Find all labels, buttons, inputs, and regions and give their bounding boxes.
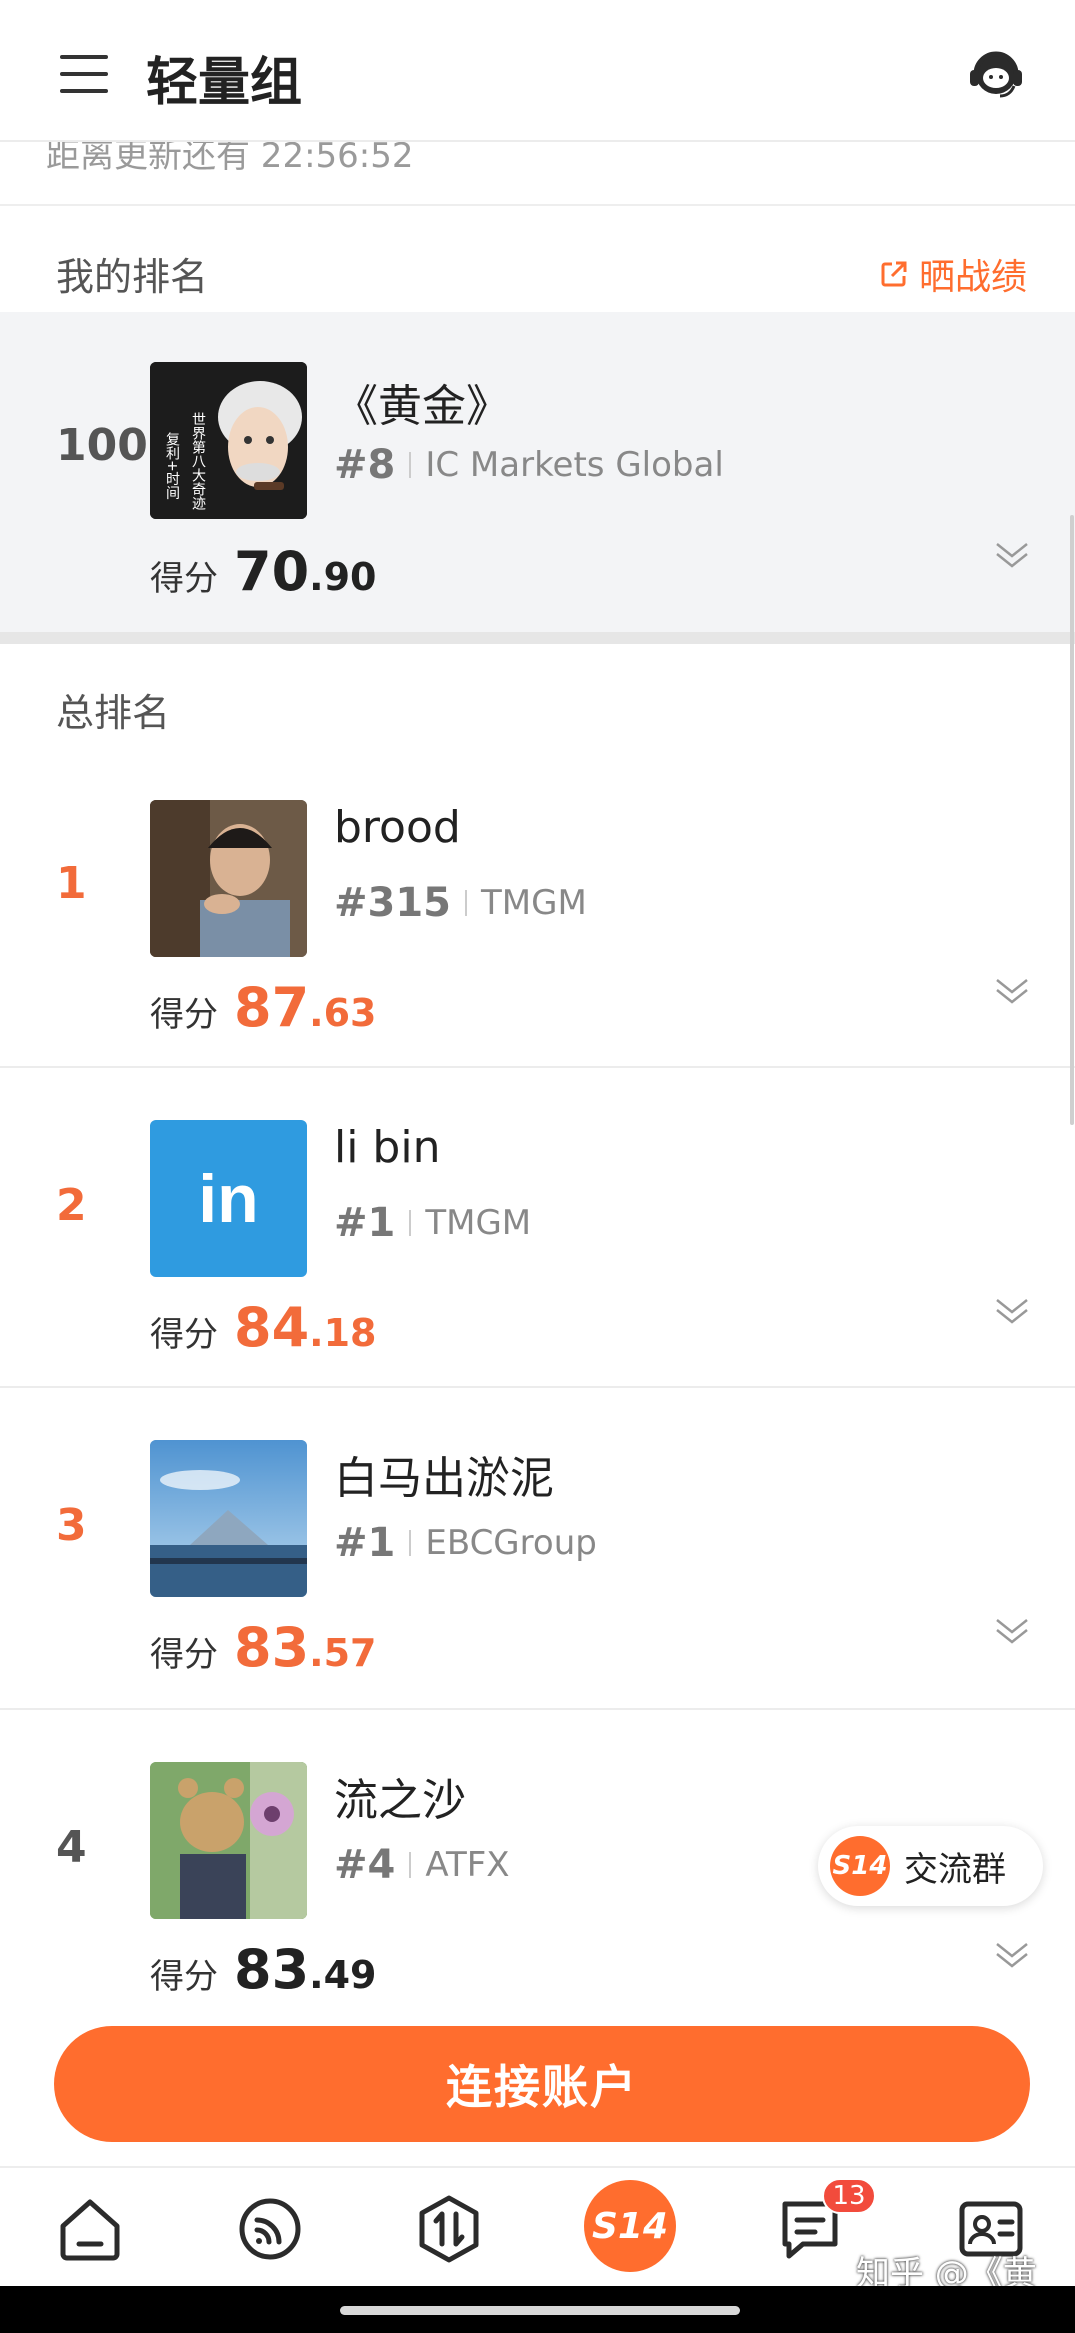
account-hash: #1: [334, 1520, 396, 1566]
app-header: 轻量组: [0, 0, 1075, 142]
avatar[interactable]: in: [150, 1120, 307, 1277]
score-integer: 84: [234, 1296, 310, 1359]
feed-broadcast-icon[interactable]: [235, 2194, 305, 2264]
chat-group-button[interactable]: S14 交流群: [818, 1826, 1043, 1906]
overall-rank-label: 总排名: [56, 691, 171, 735]
broker-name: EBCGroup: [425, 1523, 597, 1563]
user-name: 白马出淤泥: [334, 1453, 554, 1504]
trade-arrows-icon[interactable]: [414, 2194, 484, 2264]
score-row: 得分 83 .49: [150, 1938, 376, 2001]
rank-number: 4: [56, 1822, 87, 1873]
account-hash: #8: [334, 442, 396, 488]
score-row: 得分 83 .57: [150, 1616, 376, 1679]
countdown-text: 距离更新还有 22:56:52: [46, 142, 414, 176]
account-hash: #4: [334, 1842, 396, 1888]
customer-service-headset-icon[interactable]: [966, 44, 1026, 104]
share-label: 晒战绩: [918, 257, 1027, 298]
score-integer: 70: [234, 540, 310, 603]
unread-count-badge: 13: [822, 2178, 876, 2214]
score-row: 得分 87 .63: [150, 976, 376, 1039]
chevron-down-icon[interactable]: [994, 1940, 1030, 1970]
avatar[interactable]: 复利+时间 世界第八大奇迹: [150, 362, 307, 519]
row-divider: [0, 1386, 1075, 1388]
score-label: 得分: [150, 1957, 218, 1997]
user-meta: #4 ATFX: [334, 1842, 510, 1888]
connect-account-button[interactable]: 连接账户: [54, 2026, 1030, 2142]
hamburger-menu-icon[interactable]: [60, 55, 108, 93]
chevron-down-icon[interactable]: [994, 1296, 1030, 1326]
user-name: li bin: [334, 1122, 441, 1173]
user-meta: #1 TMGM: [334, 1200, 531, 1246]
user-name: brood: [334, 802, 461, 853]
broker-name: IC Markets Global: [425, 445, 724, 485]
broker-name: ATFX: [425, 1845, 510, 1885]
rank-number: 100: [56, 420, 148, 471]
my-rank-card[interactable]: 100 复利+时间 世界第八大奇迹 《黄金》 #8 IC Markets Glo…: [0, 312, 1075, 632]
score-label: 得分: [150, 1635, 218, 1675]
share-results-link[interactable]: 晒战绩: [879, 248, 1027, 300]
score-decimal: .49: [309, 1953, 377, 1997]
section-divider: [0, 632, 1075, 644]
rank-number: 2: [56, 1180, 87, 1231]
meta-separator: [409, 1530, 412, 1556]
chevron-down-icon[interactable]: [994, 1616, 1030, 1646]
svg-text:世界第八大奇迹: 世界第八大奇迹: [190, 412, 206, 511]
broker-name: TMGM: [481, 883, 587, 923]
score-label: 得分: [150, 559, 218, 599]
rank-number: 3: [56, 1500, 87, 1551]
score-integer: 87: [234, 976, 310, 1039]
s14-center-icon[interactable]: S14: [584, 2180, 676, 2272]
row-divider: [0, 1066, 1075, 1068]
home-icon[interactable]: [55, 2194, 125, 2264]
user-meta: #315 TMGM: [334, 880, 587, 926]
score-row: 得分 70 .90: [150, 540, 376, 603]
chevron-down-icon[interactable]: [994, 976, 1030, 1006]
meta-separator: [465, 890, 468, 916]
my-rank-label: 我的排名: [56, 255, 209, 299]
avatar[interactable]: [150, 800, 307, 957]
broker-name: TMGM: [425, 1203, 532, 1243]
user-meta: #1 EBCGroup: [334, 1520, 597, 1566]
external-share-icon: [881, 261, 907, 287]
rank-number: 1: [56, 858, 87, 909]
chat-group-label: 交流群: [904, 1849, 1006, 1890]
score-decimal: .63: [309, 991, 377, 1035]
meta-separator: [409, 452, 412, 478]
user-name: 《黄金》: [334, 381, 510, 432]
linkedin-logo-icon: in: [198, 1160, 259, 1237]
s14-badge-icon: S14: [830, 1836, 890, 1896]
meta-separator: [409, 1210, 412, 1236]
meta-separator: [409, 1852, 412, 1878]
account-hash: #315: [334, 880, 452, 926]
scrollbar[interactable]: [1070, 515, 1074, 1125]
score-integer: 83: [234, 1616, 310, 1679]
score-integer: 83: [234, 1938, 310, 2001]
score-decimal: .90: [309, 555, 377, 599]
score-decimal: .18: [309, 1311, 377, 1355]
score-label: 得分: [150, 995, 218, 1035]
row-divider: [0, 1708, 1075, 1710]
score-label: 得分: [150, 1315, 218, 1355]
score-row: 得分 84 .18: [150, 1296, 376, 1359]
avatar[interactable]: [150, 1440, 307, 1597]
chevron-down-icon[interactable]: [994, 540, 1030, 570]
home-indicator[interactable]: [340, 2306, 740, 2315]
svg-text:复利+时间: 复利+时间: [164, 431, 180, 501]
user-meta: #8 IC Markets Global: [334, 442, 724, 488]
page-title: 轻量组: [146, 53, 303, 113]
score-decimal: .57: [309, 1631, 377, 1675]
countdown-bar: 距离更新还有 22:56:52: [0, 142, 1075, 206]
avatar[interactable]: [150, 1762, 307, 1919]
account-hash: #1: [334, 1200, 396, 1246]
user-name: 流之沙: [334, 1775, 466, 1826]
